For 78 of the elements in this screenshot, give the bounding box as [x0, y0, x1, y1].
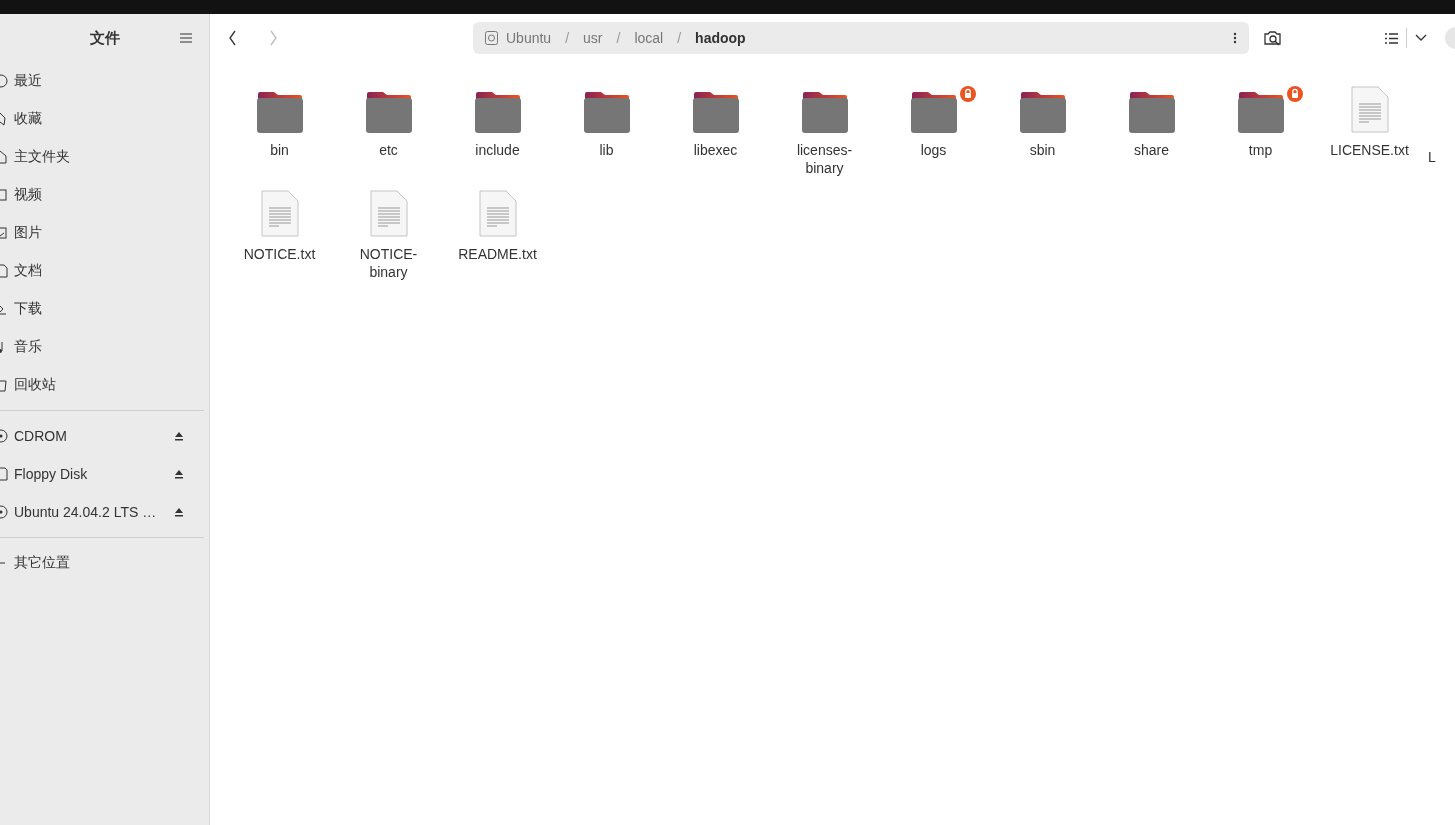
sidebar-item[interactable]: 视频 [0, 176, 209, 214]
path-bar[interactable]: Ubuntu / usr / local / hadoop [473, 22, 1249, 54]
file-item[interactable]: bin [225, 86, 334, 186]
caret-icon[interactable] [1415, 34, 1427, 42]
sidebar-item[interactable]: 收藏 [0, 100, 209, 138]
path-segment[interactable]: local [634, 30, 664, 46]
folder-icon [1127, 90, 1176, 134]
more-icon[interactable] [1233, 32, 1237, 44]
eject-icon[interactable] [174, 431, 184, 441]
file-name: tmp [1247, 141, 1274, 159]
folder-icon [1018, 90, 1067, 134]
file-item[interactable]: NOTICE.txt [225, 190, 334, 290]
file-item[interactable]: libexec [661, 86, 770, 186]
sidebar-item[interactable]: 回收站 [0, 366, 209, 404]
text-file-icon [368, 190, 409, 238]
file-name: logs [919, 141, 948, 159]
file-item[interactable]: README.txt [443, 190, 552, 290]
folder-icon [582, 90, 631, 134]
sidebar-item[interactable]: 主文件夹 [0, 138, 209, 176]
file-item[interactable]: licenses-binary [770, 86, 879, 186]
folder-icon [364, 90, 413, 134]
file-name: NOTICE.txt [242, 245, 317, 263]
folder-icon [473, 90, 522, 134]
file-item[interactable]: tmp [1206, 86, 1315, 186]
file-item[interactable]: share [1097, 86, 1206, 186]
sidebar-item[interactable]: 最近 [0, 62, 209, 100]
file-item[interactable]: LICENSE.txt [1315, 86, 1424, 186]
menu-icon[interactable] [180, 33, 192, 43]
sidebar-item[interactable]: Ubuntu 24.04.2 LTS … [0, 493, 209, 531]
text-file-icon [259, 190, 300, 238]
file-item[interactable]: sbin [988, 86, 1097, 186]
path-separator: / [677, 30, 682, 46]
back-icon[interactable] [228, 29, 238, 47]
folder-icon [800, 90, 849, 134]
file-name: lib [598, 141, 615, 159]
text-file-icon [477, 190, 518, 238]
path-separator: / [616, 30, 621, 46]
lock-icon [1286, 86, 1303, 102]
folder-icon [909, 90, 958, 134]
path-segment[interactable]: Ubuntu [506, 30, 552, 46]
sidebar-item[interactable]: 音乐 [0, 328, 209, 366]
file-item[interactable]: etc [334, 86, 443, 186]
file-item[interactable]: L [1424, 86, 1444, 186]
folder-icon [255, 90, 304, 134]
file-name: bin [269, 141, 290, 159]
sidebar-item[interactable]: 下载 [0, 290, 209, 328]
list-view-icon[interactable] [1385, 32, 1398, 44]
file-name: sbin [1028, 141, 1057, 159]
file-item[interactable]: NOTICE-binary [334, 190, 443, 290]
path-segment[interactable]: hadoop [695, 30, 746, 46]
search-icon[interactable] [1264, 30, 1282, 46]
text-file-icon [1349, 86, 1390, 134]
sidebar-item[interactable]: Floppy Disk [0, 455, 209, 493]
file-name: LICENSE.txt [1329, 141, 1410, 159]
eject-icon[interactable] [174, 507, 184, 517]
file-item[interactable]: lib [552, 86, 661, 186]
folder-icon [1236, 90, 1285, 134]
sidebar-title: 文件 [89, 28, 120, 48]
file-item[interactable]: logs [879, 86, 988, 186]
drive-icon [485, 31, 498, 45]
file-name: libexec [692, 141, 739, 159]
file-name: L [1428, 148, 1436, 166]
sidebar-item[interactable]: 图片 [0, 214, 209, 252]
file-name: share [1133, 141, 1170, 159]
lock-icon [959, 86, 976, 102]
file-name: licenses-binary [795, 141, 854, 177]
file-name: etc [378, 141, 399, 159]
sidebar-item[interactable]: 其它位置 [0, 544, 209, 582]
sidebar-item[interactable]: CDROM [0, 417, 209, 455]
sidebar-item[interactable]: 文档 [0, 252, 209, 290]
file-name: include [474, 141, 521, 159]
file-item[interactable]: include [443, 86, 552, 186]
folder-icon [691, 90, 740, 134]
file-name: NOTICE-binary [358, 245, 419, 281]
path-separator: / [565, 30, 570, 46]
file-name: README.txt [457, 245, 538, 263]
eject-icon[interactable] [174, 469, 184, 479]
path-segment[interactable]: usr [583, 30, 603, 46]
